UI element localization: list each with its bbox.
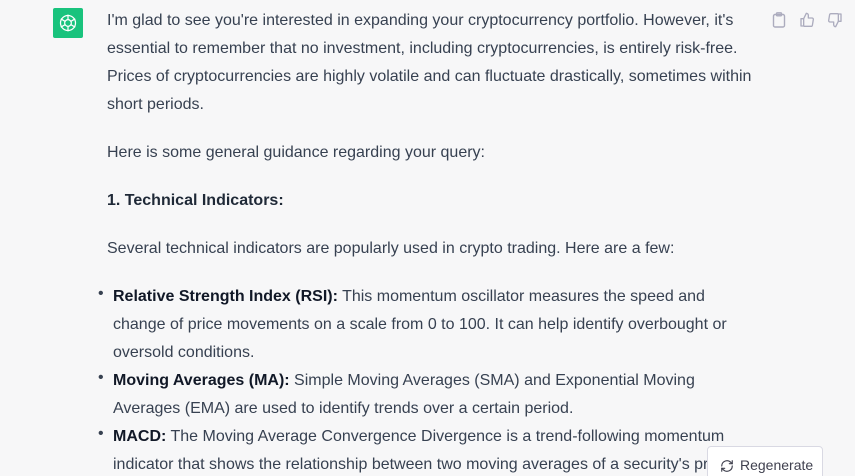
list-item: • Moving Averages (MA): Simple Moving Av… <box>98 367 757 423</box>
intro-paragraph: I'm glad to see you're interested in exp… <box>107 12 752 113</box>
regenerate-label: Regenerate <box>740 457 814 473</box>
indicator-list: • Relative Strength Index (RSI): This mo… <box>98 283 757 476</box>
bullet-marker: • <box>98 425 104 442</box>
section-intro: Several technical indicators are popular… <box>107 240 675 257</box>
list-item-term: Moving Averages (MA): <box>113 372 290 389</box>
thumbs-down-icon[interactable] <box>826 11 844 29</box>
bullet-marker: • <box>98 285 104 302</box>
refresh-icon <box>721 460 733 472</box>
bullet-marker: • <box>98 369 104 386</box>
list-item-text: The Moving Average Convergence Divergenc… <box>113 428 734 473</box>
thumbs-up-icon[interactable] <box>798 11 816 29</box>
message-actions <box>770 11 844 29</box>
openai-logo-icon <box>53 8 83 38</box>
assistant-message: I'm glad to see you're interested in exp… <box>0 0 855 476</box>
list-item-term: MACD: <box>113 428 167 445</box>
guidance-paragraph: Here is some general guidance regarding … <box>107 144 485 161</box>
message-content: I'm glad to see you're interested in exp… <box>98 7 757 476</box>
regenerate-button[interactable]: Regenerate <box>707 446 823 476</box>
list-item-term: Relative Strength Index (RSI): <box>113 288 338 305</box>
section-heading: 1. Technical Indicators: <box>107 192 284 209</box>
list-item: • MACD: The Moving Average Convergence D… <box>98 423 757 476</box>
clipboard-icon[interactable] <box>770 11 788 29</box>
list-item: • Relative Strength Index (RSI): This mo… <box>98 283 757 367</box>
